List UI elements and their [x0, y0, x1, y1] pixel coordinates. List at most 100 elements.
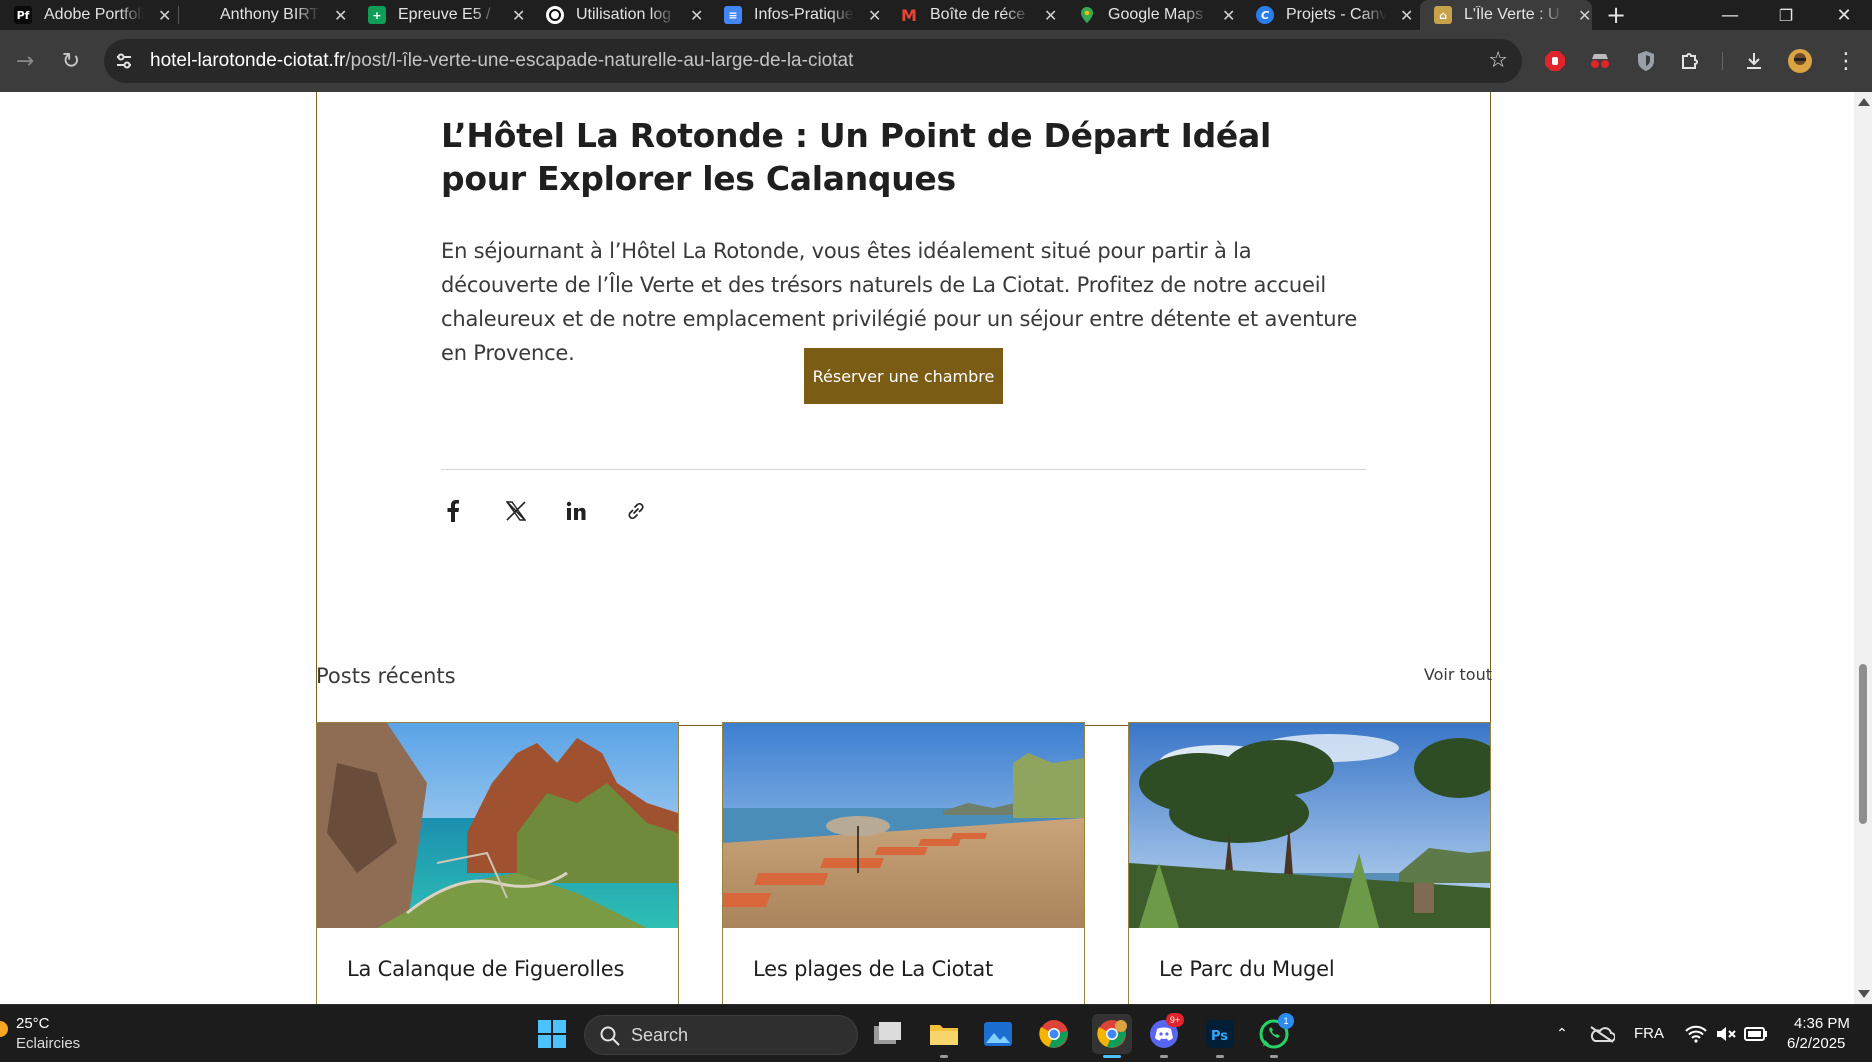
- close-icon[interactable]: ✕: [690, 6, 703, 25]
- search-label: Search: [631, 1025, 689, 1045]
- restore-button[interactable]: ❐: [1766, 0, 1806, 30]
- new-tab-button[interactable]: +: [1596, 0, 1636, 30]
- forward-icon[interactable]: →: [8, 44, 42, 78]
- tab-title: Boîte de réce: [930, 6, 1026, 23]
- book-room-button[interactable]: Réserver une chambre: [804, 348, 1003, 404]
- x-icon[interactable]: [502, 497, 530, 525]
- recent-posts-heading: Posts récents: [316, 664, 456, 688]
- tab-infos-pratiques[interactable]: ≡ Infos-Pratique ✕: [724, 0, 881, 30]
- scroll-up-arrow-icon[interactable]: [1858, 98, 1870, 106]
- close-window-button[interactable]: ✕: [1824, 0, 1864, 30]
- page-viewport: L’Hôtel La Rotonde : Un Point de Départ …: [0, 92, 1854, 1004]
- scroll-down-arrow-icon[interactable]: [1858, 990, 1870, 998]
- facebook-icon[interactable]: [439, 497, 467, 525]
- tab-gmail[interactable]: M Boîte de réce ✕: [900, 0, 1057, 30]
- url-text[interactable]: hotel-larotonde-ciotat.fr/post/l-île-ver…: [150, 50, 853, 72]
- toolbar-divider: [1722, 52, 1723, 70]
- reload-icon[interactable]: ↻: [54, 44, 88, 78]
- address-bar[interactable]: hotel-larotonde-ciotat.fr/post/l-île-ver…: [104, 39, 1522, 83]
- search-icon: [600, 1026, 620, 1046]
- close-icon[interactable]: ✕: [334, 6, 347, 25]
- photos-icon[interactable]: [982, 1018, 1014, 1050]
- see-all-link[interactable]: Voir tout: [1420, 665, 1492, 684]
- link-icon[interactable]: [622, 497, 650, 525]
- windows-start-icon[interactable]: [536, 1018, 568, 1050]
- adobe-portfolio-icon: Pf: [14, 6, 32, 24]
- chevron-up-icon[interactable]: ⌃: [1546, 1018, 1578, 1050]
- tab-canva[interactable]: C Projets - Canv ✕: [1256, 0, 1413, 30]
- onedrive-icon[interactable]: [1586, 1018, 1618, 1050]
- tab-google-maps[interactable]: Google Maps ✕: [1078, 0, 1235, 30]
- extensions-puzzle-icon[interactable]: [1676, 47, 1704, 75]
- close-icon[interactable]: ✕: [1400, 6, 1413, 25]
- park-photo[interactable]: [1129, 723, 1490, 928]
- discord-notification-badge: 9+: [1166, 1013, 1184, 1027]
- file-explorer-icon[interactable]: [928, 1018, 960, 1050]
- close-icon[interactable]: ✕: [1578, 6, 1591, 25]
- tab-title: Utilisation log: [576, 6, 672, 23]
- url-path: /post/l-île-verte-une-escapade-naturelle…: [345, 50, 854, 71]
- chrome-profile-icon[interactable]: [1092, 1014, 1132, 1054]
- adblock-extension-icon[interactable]: [1541, 47, 1569, 75]
- site-settings-icon[interactable]: [114, 51, 134, 71]
- input-language[interactable]: FRA: [1634, 1025, 1664, 1042]
- tab-title: Projets - Canv: [1286, 6, 1386, 23]
- battery-icon[interactable]: [1740, 1018, 1772, 1050]
- scrollbar-thumb[interactable]: [1859, 664, 1867, 824]
- page-scrollbar[interactable]: [1854, 92, 1872, 1004]
- tab-utilisation[interactable]: Utilisation log ✕: [546, 0, 703, 30]
- calanque-photo[interactable]: [317, 723, 678, 928]
- google-maps-icon: [1078, 6, 1096, 24]
- close-icon[interactable]: ✕: [868, 6, 881, 25]
- google-sheets-icon: +: [368, 6, 386, 24]
- generic-site-icon: [190, 6, 208, 24]
- wifi-icon[interactable]: [1680, 1018, 1712, 1050]
- recent-post-title[interactable]: La Calanque de Figuerolles: [347, 957, 624, 981]
- recent-post-card[interactable]: Le Parc du Mugel: [1128, 722, 1491, 1004]
- recent-post-card[interactable]: Les plages de La Ciotat: [722, 722, 1085, 1004]
- running-indicator: [1216, 1055, 1224, 1058]
- running-indicator: [940, 1055, 948, 1058]
- browser-tab-strip: Pf Adobe Portfolio ✕ Anthony BIRT ✕ + Ep…: [0, 0, 1872, 30]
- beach-photo[interactable]: [723, 723, 1084, 928]
- tab-title: L'Île Verte : U: [1464, 6, 1560, 23]
- minimize-button[interactable]: —: [1710, 0, 1750, 30]
- close-icon[interactable]: ✕: [158, 6, 171, 25]
- profile-avatar[interactable]: [1786, 47, 1814, 75]
- browser-toolbar: → ↻ hotel-larotonde-ciotat.fr/post/l-île…: [0, 30, 1872, 92]
- linkedin-icon[interactable]: [562, 497, 590, 525]
- close-icon[interactable]: ✕: [512, 6, 525, 25]
- shield-icon[interactable]: [1632, 47, 1660, 75]
- tab-title: Adobe Portfolio: [44, 6, 144, 23]
- close-icon[interactable]: ✕: [1222, 6, 1235, 25]
- tab-adobe-portfolio[interactable]: Pf Adobe Portfolio ✕: [14, 0, 171, 30]
- whatsapp-notification-badge: 1: [1278, 1013, 1294, 1029]
- photoshop-icon[interactable]: Ps: [1204, 1018, 1236, 1050]
- google-docs-icon: ≡: [724, 6, 742, 24]
- browser-menu-icon[interactable]: ⋮: [1832, 47, 1860, 75]
- svg-text:Ps: Ps: [1211, 1029, 1228, 1044]
- recent-post-title[interactable]: Le Parc du Mugel: [1159, 957, 1335, 981]
- recent-post-card[interactable]: La Calanque de Figuerolles: [316, 722, 679, 1004]
- recent-post-title[interactable]: Les plages de La Ciotat: [753, 957, 993, 981]
- tab-anthony[interactable]: Anthony BIRT ✕: [190, 0, 347, 30]
- task-view-icon[interactable]: [872, 1018, 904, 1050]
- clock-time[interactable]: 4:36 PM: [1794, 1015, 1850, 1032]
- post-section-heading: L’Hôtel La Rotonde : Un Point de Départ …: [441, 116, 1271, 198]
- bookmark-star-icon[interactable]: ☆: [1488, 48, 1508, 73]
- tab-title: Infos-Pratique: [754, 6, 854, 23]
- tab-title: Anthony BIRT: [220, 6, 320, 23]
- close-icon[interactable]: ✕: [1044, 6, 1057, 25]
- spy-extension-icon[interactable]: [1586, 47, 1614, 75]
- chrome-icon[interactable]: [1038, 1018, 1070, 1050]
- download-icon[interactable]: [1740, 47, 1768, 75]
- clock-date[interactable]: 6/2/2025: [1787, 1035, 1845, 1052]
- tab-title: Google Maps: [1108, 6, 1204, 23]
- tab-ile-verte[interactable]: ⌂ L'Île Verte : U ✕: [1420, 0, 1592, 30]
- gmail-icon: M: [901, 5, 917, 25]
- hotel-icon: ⌂: [1434, 6, 1452, 24]
- taskbar-search[interactable]: Search: [584, 1015, 858, 1055]
- tab-epreuve[interactable]: + Epreuve E5 / ✕: [368, 0, 525, 30]
- volume-muted-icon[interactable]: [1710, 1018, 1742, 1050]
- weather-condition: Eclaircies: [16, 1035, 81, 1052]
